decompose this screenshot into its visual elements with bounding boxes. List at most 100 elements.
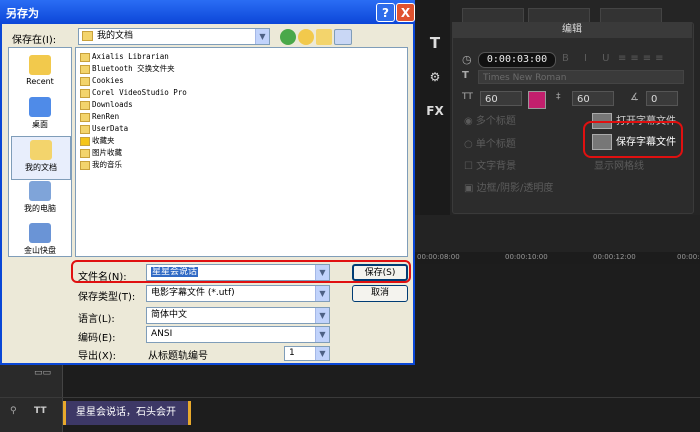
angle-input[interactable]: 0 [646, 91, 678, 106]
show-grid-option[interactable]: 显示网格线 [594, 157, 644, 172]
list-item[interactable]: Axialis Librarian [80, 51, 169, 63]
folder-icon [80, 88, 90, 98]
filetype-label: 保存类型(T): [78, 292, 136, 303]
line-spacing-input[interactable]: 60 [572, 91, 614, 106]
list-item[interactable]: Cookies [80, 75, 124, 87]
folder-icon [80, 124, 90, 134]
new-folder-icon[interactable] [316, 29, 332, 45]
drive-icon [29, 223, 51, 243]
align-buttons[interactable]: ≡≡≡≡ [618, 53, 668, 64]
file-name: Bluetooth 交换文件夹 [92, 64, 175, 73]
fx-tool-icon[interactable]: FX [424, 100, 446, 122]
place-label: Recent [26, 77, 54, 86]
file-list[interactable]: Axialis Librarian Bluetooth 交换文件夹 Cookie… [75, 47, 408, 257]
file-name: Cookies [92, 76, 124, 85]
export-value: 从标题轨编号 [148, 351, 208, 362]
place-recent[interactable]: Recent [11, 52, 69, 94]
text-style-buttons[interactable]: B I U [562, 53, 616, 64]
place-my-documents[interactable]: 我的文档 [11, 136, 71, 180]
file-name: Axialis Librarian [92, 52, 169, 61]
up-folder-icon[interactable] [298, 29, 314, 45]
save-in-value: 我的文档 [97, 31, 134, 41]
export-track-select[interactable]: 1 ▼ [284, 346, 330, 361]
lock-icon[interactable]: ⚲ [10, 406, 17, 416]
file-name: UserData [92, 124, 129, 133]
documents-icon [30, 140, 52, 160]
save-in-select[interactable]: 我的文档 ▼ [78, 28, 270, 45]
place-my-computer[interactable]: 我的电脑 [11, 178, 69, 220]
multi-title-label: 多个标题 [475, 116, 516, 127]
help-button[interactable]: ? [376, 3, 395, 22]
save-subtitle-highlight [583, 121, 683, 158]
list-item[interactable]: UserData [80, 123, 128, 135]
folder-icon [80, 64, 90, 74]
file-name: 收藏夹 [92, 136, 115, 145]
dialog-title: 另存为 [6, 7, 39, 20]
folder-icon [80, 160, 90, 170]
file-name: RenRen [92, 112, 120, 121]
save-button[interactable]: 保存(S) [352, 264, 408, 281]
timecode-field[interactable]: 0:00:03:00 [478, 52, 556, 68]
list-item[interactable]: 我的音乐 [80, 159, 122, 171]
view-menu-icon[interactable] [334, 29, 352, 45]
timeline-ruler[interactable]: 00:00:08:00 00:00:10:00 00:00:12:00 00:0… [415, 252, 700, 264]
desktop-icon [29, 97, 51, 117]
line-spacing-icon: ‡ [556, 92, 561, 102]
place-label: 我的文档 [25, 163, 57, 172]
language-value: 简体中文 [151, 310, 188, 320]
show-grid-label: 显示网格线 [594, 161, 644, 172]
list-item[interactable]: Corel VideoStudio Pro [80, 87, 187, 99]
list-item[interactable]: Downloads [80, 99, 133, 111]
folder-icon [80, 52, 90, 62]
close-button[interactable]: X [396, 3, 415, 22]
place-label: 金山快盘 [24, 246, 56, 255]
single-title-label: 单个标题 [475, 139, 516, 150]
video-track-icon[interactable]: ▭▭ [34, 368, 51, 378]
effects-tool-icon[interactable]: ⚙ [424, 66, 446, 88]
multi-title-option[interactable]: ◉ 多个标题 [464, 112, 516, 127]
ruler-tick: 00:00:08:00 [417, 253, 460, 261]
font-size-input[interactable]: 60 [480, 91, 522, 106]
back-icon[interactable] [280, 29, 296, 45]
ruler-tick: 00:00:12:00 [593, 253, 636, 261]
filetype-value: 电影字幕文件 (*.utf) [151, 288, 235, 298]
encoding-label: 编码(E): [78, 333, 116, 344]
file-name: Downloads [92, 100, 133, 109]
place-kuaipan[interactable]: 金山快盘 [11, 220, 69, 262]
language-select[interactable]: 简体中文 ▼ [146, 307, 330, 324]
export-label: 导出(X): [78, 351, 117, 362]
place-desktop[interactable]: 桌面 [11, 94, 69, 136]
list-item[interactable]: 图片收藏 [80, 147, 122, 159]
places-bar: Recent 桌面 我的文档 我的电脑 金山快盘 [8, 47, 72, 257]
list-item[interactable]: RenRen [80, 111, 119, 123]
list-item[interactable]: Bluetooth 交换文件夹 [80, 63, 175, 75]
single-title-option[interactable]: ○ 单个标题 [464, 135, 516, 150]
export-num: 1 [289, 348, 295, 358]
filetype-select[interactable]: 电影字幕文件 (*.utf) ▼ [146, 285, 330, 302]
clock-icon: ◷ [462, 53, 472, 66]
subtitle-clip[interactable]: 星星会说话，石头会开 [63, 401, 191, 425]
place-label: 我的电脑 [24, 204, 56, 213]
chevron-down-icon: ▼ [315, 286, 329, 301]
text-bg-label: 文字背景 [476, 161, 517, 172]
border-shadow-option[interactable]: ▣ 边框/阴影/透明度 [464, 179, 553, 194]
edit-panel-title: 编辑 [452, 22, 692, 38]
angle-icon: ∡ [630, 92, 639, 103]
language-label: 语言(L): [78, 314, 115, 325]
title-track-icon[interactable]: TT [34, 406, 47, 416]
font-select[interactable]: Times New Roman [478, 70, 684, 84]
font-color-swatch[interactable] [528, 91, 546, 109]
track-divider [0, 397, 700, 398]
list-item[interactable]: 收藏夹 [80, 135, 115, 147]
chevron-down-icon: ▼ [315, 327, 329, 342]
encoding-select[interactable]: ANSI ▼ [146, 326, 330, 343]
encoding-value: ANSI [151, 329, 173, 339]
file-name: 我的音乐 [92, 160, 122, 169]
dialog-titlebar[interactable] [0, 0, 415, 24]
chevron-down-icon: ▼ [315, 347, 329, 360]
title-tool-icon[interactable]: T [424, 32, 446, 54]
save-in-label: 保存在(I): [12, 35, 57, 46]
cancel-button[interactable]: 取消 [352, 285, 408, 302]
folder-icon [80, 112, 90, 122]
text-bg-checkbox[interactable]: ☐ 文字背景 [464, 157, 516, 172]
